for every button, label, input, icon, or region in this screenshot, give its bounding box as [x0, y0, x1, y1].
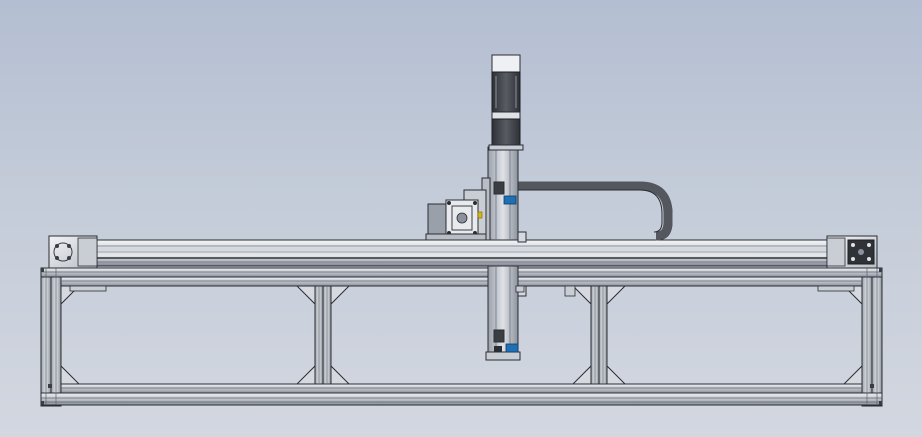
gusset — [295, 364, 316, 385]
lower-detail-brackets — [69, 285, 855, 297]
gusset — [330, 364, 351, 385]
frame-bottom-beam-upper — [60, 383, 863, 394]
gusset — [60, 364, 81, 385]
frame-top-beam-2 — [60, 276, 863, 287]
gusset — [571, 285, 592, 306]
cable-chain — [518, 181, 673, 241]
vertical-motor — [488, 54, 524, 151]
limit-sensor-icon — [505, 343, 519, 353]
x-axis-rail — [96, 239, 828, 267]
limit-sensor-icon — [503, 195, 517, 205]
gusset — [606, 285, 627, 306]
right-end-plate — [826, 235, 878, 269]
cad-viewport[interactable] — [0, 0, 922, 437]
gusset — [842, 364, 863, 385]
corner-gussets — [60, 285, 863, 385]
gusset — [571, 364, 592, 385]
gantry-drawing — [40, 54, 883, 407]
frame-top-beam — [40, 267, 883, 278]
left-end-plate — [48, 235, 98, 269]
gusset — [606, 364, 627, 385]
stepper-motor-icon — [491, 54, 521, 73]
frame-bottom-beam-lower — [40, 392, 883, 406]
base-frame — [40, 267, 883, 407]
horizontal-motor — [425, 189, 487, 241]
gusset — [330, 285, 351, 306]
gusset — [295, 285, 316, 306]
